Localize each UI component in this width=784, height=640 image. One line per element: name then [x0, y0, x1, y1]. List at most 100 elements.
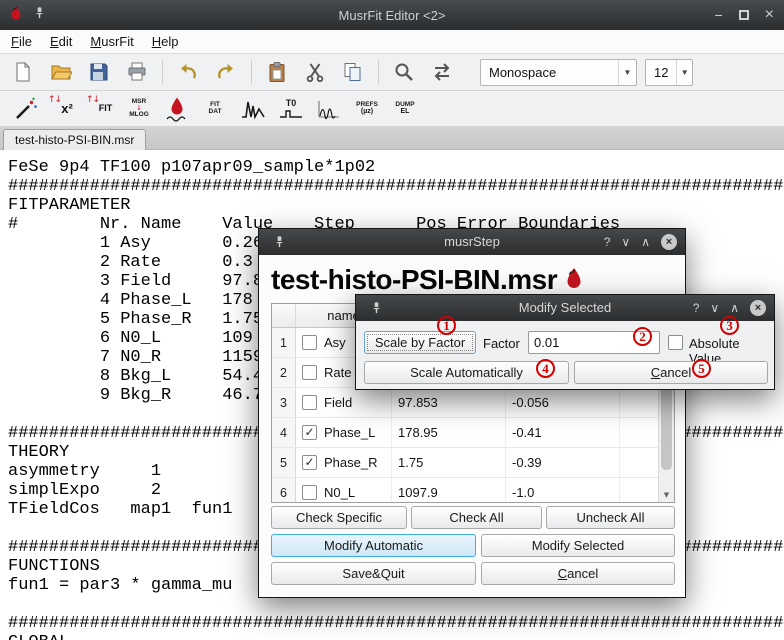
- editor-line: FeSe 9p4 TF100 p107apr09_sample*1p02: [8, 158, 784, 177]
- red-arrows-icon: ↑↓: [86, 96, 99, 105]
- table-row-n0-l: 6 N0_L 1097.9 -1.0: [272, 478, 674, 503]
- msr-file-heading: test-histo-PSI-BIN.msr: [271, 265, 584, 295]
- annotation-circle-2: 2: [633, 327, 652, 346]
- chevron-down-icon: ▼: [676, 60, 692, 85]
- tab-msr-file[interactable]: test-histo-PSI-BIN.msr: [3, 129, 146, 150]
- chisq-label: x²: [61, 102, 73, 115]
- musrfit-toolbar: ↑↓x² ↑↓FIT MSR↓MLOG FITDAT T0 PREFS(µz) …: [0, 91, 784, 127]
- musrfit-editor-window: MusrFit Editor <2> − × File Edit MusrFit…: [0, 0, 784, 640]
- musr-prefs-button[interactable]: PREFS(µz): [352, 93, 382, 125]
- menu-help[interactable]: Help: [143, 31, 188, 52]
- editor-line: ########################################…: [8, 614, 784, 633]
- font-size-select[interactable]: 12 ▼: [645, 59, 693, 86]
- open-file-button[interactable]: [48, 59, 74, 85]
- row-checkbox[interactable]: [302, 335, 317, 350]
- help-button[interactable]: ?: [604, 235, 611, 249]
- font-family-value: Monospace: [481, 65, 618, 80]
- modify-automatic-button[interactable]: Modify Automatic: [271, 534, 476, 557]
- musr-plot-button[interactable]: [314, 93, 344, 125]
- row-checkbox[interactable]: ✓: [302, 425, 317, 440]
- annotation-circle-4: 4: [536, 359, 555, 378]
- scale-by-factor-button[interactable]: Scale by Factor: [364, 331, 476, 354]
- modify-selected-button[interactable]: Modify Selected: [481, 534, 675, 557]
- msr2dat-button[interactable]: FITDAT: [200, 93, 230, 125]
- musr-t0-button[interactable]: T0: [276, 93, 306, 125]
- param-name: Phase_L: [324, 425, 375, 440]
- find-button[interactable]: [391, 59, 417, 85]
- msr-file-heading-text: test-histo-PSI-BIN.msr: [271, 264, 557, 296]
- maximize-icon: [739, 10, 749, 20]
- shade-button[interactable]: ∨: [621, 235, 630, 249]
- musrstep-titlebar[interactable]: musrStep ? ∨ ∧ ×: [259, 229, 685, 255]
- cut-button[interactable]: [302, 59, 328, 85]
- save-button[interactable]: [86, 59, 112, 85]
- param-name: Phase_R: [324, 455, 377, 470]
- editor-line: GLOBAL: [8, 633, 784, 640]
- param-name: N0_L: [324, 485, 355, 500]
- new-file-button[interactable]: [10, 59, 36, 85]
- row-checkbox[interactable]: [302, 485, 317, 500]
- mlog-label: MLOG: [129, 112, 149, 119]
- tabbar: test-histo-PSI-BIN.msr: [0, 127, 784, 150]
- musr-chisq-button[interactable]: ↑↓x²: [48, 93, 78, 125]
- musr-view-button[interactable]: [162, 93, 192, 125]
- el-label: EL: [401, 108, 410, 115]
- param-name: Field: [324, 395, 352, 410]
- row-checkbox[interactable]: [302, 395, 317, 410]
- musr-fit-button[interactable]: ↑↓FIT: [86, 93, 116, 125]
- close-button[interactable]: ×: [765, 6, 774, 24]
- msr2mlog-button[interactable]: MSR↓MLOG: [124, 93, 154, 125]
- table-row-phase-l: 4 ✓Phase_L 178.95 -0.41: [272, 418, 674, 448]
- annotation-circle-5: 5: [692, 359, 711, 378]
- titlebar[interactable]: MusrFit Editor <2> − ×: [0, 0, 784, 30]
- row-checkbox[interactable]: [302, 365, 317, 380]
- musrstep-dialog: musrStep ? ∨ ∧ × test-histo-PSI-BIN.msr …: [258, 228, 686, 598]
- menubar: File Edit MusrFit Help: [0, 30, 784, 54]
- maximize-button[interactable]: [739, 7, 749, 23]
- table-row-field: 3 Field 97.853 -0.056: [272, 388, 674, 418]
- editor-line: ########################################…: [8, 177, 784, 196]
- app-icon: [8, 5, 24, 26]
- musr-dump-button[interactable]: DUMPEL: [390, 93, 420, 125]
- undo-button[interactable]: [175, 59, 201, 85]
- scroll-down-icon[interactable]: ▼: [659, 489, 674, 501]
- uncheck-all-button[interactable]: Uncheck All: [546, 506, 675, 529]
- musr-wizard-button[interactable]: [10, 93, 40, 125]
- check-specific-button[interactable]: Check Specific: [271, 506, 407, 529]
- musrfit-drop-icon: [564, 267, 584, 293]
- redo-button[interactable]: [213, 59, 239, 85]
- paste-button[interactable]: [264, 59, 290, 85]
- copy-button[interactable]: [340, 59, 366, 85]
- help-button[interactable]: ?: [693, 301, 700, 315]
- absolute-value-checkbox[interactable]: [668, 335, 683, 350]
- unshade-button[interactable]: ∧: [730, 301, 739, 315]
- minimize-button[interactable]: −: [714, 7, 722, 23]
- replace-button[interactable]: [429, 59, 455, 85]
- muz-label: (µz): [361, 108, 373, 115]
- menu-musrfit[interactable]: MusrFit: [81, 31, 142, 52]
- modify-titlebar[interactable]: Modify Selected ? ∨ ∧ ×: [356, 295, 774, 321]
- cancel-button[interactable]: Cancel: [574, 361, 768, 384]
- pin-icon[interactable]: [33, 6, 46, 24]
- menu-edit[interactable]: Edit: [41, 31, 81, 52]
- modify-selected-dialog: Modify Selected ? ∨ ∧ × Scale by Factor …: [355, 294, 775, 390]
- close-button[interactable]: ×: [750, 300, 766, 316]
- annotation-circle-1: 1: [437, 316, 456, 335]
- toolbar-separator: [251, 60, 252, 84]
- musr-ft-button[interactable]: [238, 93, 268, 125]
- window-title: MusrFit Editor <2>: [0, 8, 784, 23]
- row-checkbox[interactable]: ✓: [302, 455, 317, 470]
- shade-button[interactable]: ∨: [710, 301, 719, 315]
- param-name: Rate: [324, 365, 351, 380]
- save-quit-button[interactable]: Save&Quit: [271, 562, 476, 585]
- param-name: Asy: [324, 335, 346, 350]
- close-button[interactable]: ×: [661, 234, 677, 250]
- check-all-button[interactable]: Check All: [411, 506, 542, 529]
- print-button[interactable]: [124, 59, 150, 85]
- cancel-button[interactable]: Cancel: [481, 562, 675, 585]
- table-row-phase-r: 5 ✓Phase_R 1.75 -0.39: [272, 448, 674, 478]
- menu-file[interactable]: File: [2, 31, 41, 52]
- unshade-button[interactable]: ∧: [641, 235, 650, 249]
- font-family-select[interactable]: Monospace ▼: [480, 59, 637, 86]
- toolbar-separator: [378, 60, 379, 84]
